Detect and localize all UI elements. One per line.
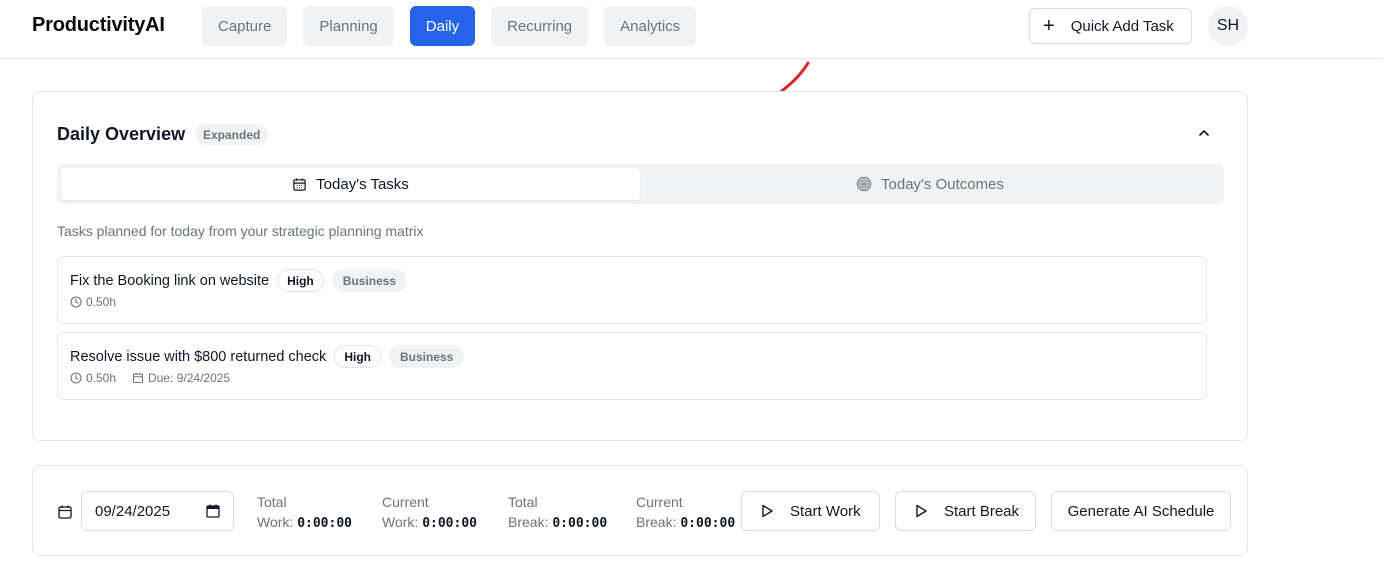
task-item[interactable]: Fix the Booking link on website High Bus… bbox=[57, 256, 1207, 324]
top-header: ProductivityAI Capture Planning Daily Re… bbox=[0, 0, 1383, 59]
start-break-label: Start Break bbox=[944, 502, 1020, 520]
start-break-button[interactable]: Start Break bbox=[895, 491, 1036, 531]
card-title: Daily Overview bbox=[57, 124, 186, 144]
category-badge: Business bbox=[388, 345, 465, 368]
main-nav: Capture Planning Daily Recurring Analyti… bbox=[202, 6, 697, 46]
nav-daily[interactable]: Daily bbox=[409, 6, 476, 46]
daily-overview-card: Daily Overview Expanded Today's Tasks To… bbox=[32, 91, 1248, 441]
category-badge: Business bbox=[331, 269, 408, 292]
stat-label: Current bbox=[382, 494, 429, 510]
tab-todays-tasks[interactable]: Today's Tasks bbox=[61, 168, 640, 200]
task-title: Fix the Booking link on website bbox=[70, 272, 270, 289]
stat-label: Break: bbox=[508, 514, 549, 530]
calendar-icon bbox=[293, 177, 306, 191]
stat-label: Current bbox=[636, 494, 683, 510]
date-value: 09/24/2025 bbox=[95, 502, 171, 520]
tab-label: Today's Tasks bbox=[316, 175, 409, 193]
task-duration: 0.50h bbox=[86, 295, 117, 309]
play-icon bbox=[762, 504, 773, 518]
overview-tabs: Today's Tasks Today's Outcomes bbox=[57, 164, 1224, 204]
stat-label: Total bbox=[257, 494, 287, 510]
quick-add-label: Quick Add Task bbox=[1070, 17, 1174, 35]
stat-label: Break: bbox=[636, 514, 677, 530]
play-icon bbox=[916, 504, 927, 518]
task-duration: 0.50h bbox=[86, 371, 117, 385]
total-work-value: 0:00:00 bbox=[297, 516, 352, 531]
total-break-value: 0:00:00 bbox=[552, 516, 608, 531]
current-work-stat: Current Work: 0:00:00 bbox=[382, 492, 477, 534]
priority-badge: High bbox=[334, 345, 381, 368]
nav-recurring[interactable]: Recurring bbox=[491, 6, 589, 46]
tab-label: Today's Outcomes bbox=[881, 175, 1004, 193]
tab-todays-outcomes[interactable]: Today's Outcomes bbox=[640, 168, 1220, 200]
total-break-stat: Total Break: 0:00:00 bbox=[508, 492, 607, 534]
clock-icon bbox=[70, 296, 82, 308]
clock-icon bbox=[70, 372, 82, 384]
plus-icon: + bbox=[1043, 15, 1055, 37]
current-work-value: 0:00:00 bbox=[422, 516, 477, 531]
time-tracking-card: 09/24/2025 Total Work: 0:00:00 Current W… bbox=[32, 465, 1248, 556]
target-icon bbox=[856, 176, 872, 192]
task-due-date: Due: 9/24/2025 bbox=[148, 371, 231, 385]
task-item[interactable]: Resolve issue with $800 returned check H… bbox=[57, 332, 1207, 400]
chevron-up-icon[interactable] bbox=[1196, 125, 1212, 141]
start-work-label: Start Work bbox=[790, 502, 861, 520]
stat-label: Work: bbox=[382, 514, 419, 530]
total-work-stat: Total Work: 0:00:00 bbox=[257, 492, 352, 534]
current-break-stat: Current Break: 0:00:00 bbox=[636, 492, 735, 534]
tasks-subtitle: Tasks planned for today from your strate… bbox=[57, 223, 424, 239]
stat-label: Total bbox=[508, 494, 538, 510]
date-picker-input[interactable]: 09/24/2025 bbox=[81, 491, 234, 531]
avatar[interactable]: SH bbox=[1208, 6, 1248, 46]
nav-analytics[interactable]: Analytics bbox=[604, 6, 697, 46]
quick-add-task-button[interactable]: + Quick Add Task bbox=[1029, 8, 1192, 44]
expanded-badge: Expanded bbox=[195, 124, 269, 145]
calendar-icon bbox=[58, 505, 72, 519]
calendar-icon bbox=[133, 373, 144, 383]
priority-badge: High bbox=[277, 269, 324, 292]
calendar-picker-icon[interactable] bbox=[206, 504, 220, 518]
nav-planning[interactable]: Planning bbox=[303, 6, 394, 46]
task-title: Resolve issue with $800 returned check bbox=[70, 348, 327, 365]
generate-ai-schedule-button[interactable]: Generate AI Schedule bbox=[1051, 491, 1231, 531]
start-work-button[interactable]: Start Work bbox=[741, 491, 880, 531]
brand-logo: ProductivityAI bbox=[32, 14, 165, 36]
stat-label: Work: bbox=[257, 514, 294, 530]
current-break-value: 0:00:00 bbox=[680, 516, 736, 531]
nav-capture[interactable]: Capture bbox=[202, 6, 288, 46]
